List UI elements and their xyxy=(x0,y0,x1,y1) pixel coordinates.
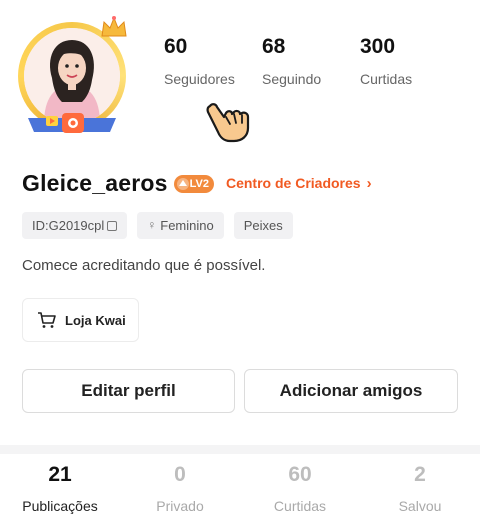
add-friends-button[interactable]: Adicionar amigos xyxy=(244,369,458,413)
shop-label: Loja Kwai xyxy=(65,312,126,328)
stat-value: 68 xyxy=(262,35,286,58)
stat-value: 300 xyxy=(360,35,396,58)
stat-followers[interactable]: 60 Seguidores xyxy=(164,34,262,87)
zodiac-label: Peixes xyxy=(243,218,283,233)
tab-label: Privado xyxy=(156,498,204,514)
level-badge: LV2 xyxy=(173,174,214,193)
tab-label: Publicações xyxy=(22,498,98,514)
edit-profile-button[interactable]: Editar perfil xyxy=(22,369,235,413)
profile-bio: Comece acreditando que é possível. xyxy=(22,257,266,274)
copy-icon xyxy=(107,220,118,231)
tab-publications[interactable]: 21 Publicações xyxy=(0,462,120,514)
gender-tag: ♀ Feminino xyxy=(137,212,224,239)
creator-center-link[interactable]: Centro de Criadores › xyxy=(226,175,372,192)
content-tabs: 21 Publicações 0 Privado 60 Curtidas 2 S… xyxy=(0,462,480,514)
avatar[interactable] xyxy=(12,12,134,134)
chevron-right-icon: › xyxy=(366,175,372,192)
stat-label: Seguidores xyxy=(164,71,235,87)
section-divider xyxy=(0,445,480,454)
zodiac-tag: Peixes xyxy=(233,212,293,239)
tab-count: 2 xyxy=(414,463,426,486)
female-icon: ♀ xyxy=(147,218,157,232)
profile-stats: 60 Seguidores 68 Seguindo 300 Curtidas xyxy=(164,34,458,87)
tab-count: 21 xyxy=(48,463,72,486)
stat-value: 60 xyxy=(164,35,188,58)
name-row: Gleice_aeros LV2 Centro de Criadores › xyxy=(22,170,372,197)
tab-count: 60 xyxy=(288,463,312,486)
shop-button[interactable]: Loja Kwai xyxy=(22,298,139,342)
stat-label: Seguindo xyxy=(262,71,322,87)
level-icon xyxy=(176,177,189,190)
level-text: LV2 xyxy=(189,177,209,190)
user-id: ID:G2019cpl xyxy=(32,218,105,233)
user-id-tag[interactable]: ID:G2019cpl xyxy=(22,212,128,239)
stat-label: Curtidas xyxy=(360,71,413,87)
username: Gleice_aeros xyxy=(22,170,168,196)
tab-count: 0 xyxy=(174,463,186,486)
avatar-badge-icon xyxy=(28,113,116,133)
tab-label: Salvou xyxy=(398,498,442,514)
tab-liked[interactable]: 60 Curtidas xyxy=(240,462,360,514)
tab-saved[interactable]: 2 Salvou xyxy=(360,462,480,514)
profile-tags: ID:G2019cpl ♀ Feminino Peixes xyxy=(22,212,293,239)
creator-center-label: Centro de Criadores xyxy=(225,175,361,191)
tab-private[interactable]: 0 Privado xyxy=(120,462,240,514)
pointer-hand-icon xyxy=(206,103,250,143)
tab-label: Curtidas xyxy=(273,498,327,514)
cart-icon xyxy=(38,312,56,328)
stat-following[interactable]: 68 Seguindo xyxy=(262,34,360,87)
stat-likes[interactable]: 300 Curtidas xyxy=(360,34,458,87)
crown-icon xyxy=(101,16,127,37)
gender-label: Feminino xyxy=(160,218,214,233)
